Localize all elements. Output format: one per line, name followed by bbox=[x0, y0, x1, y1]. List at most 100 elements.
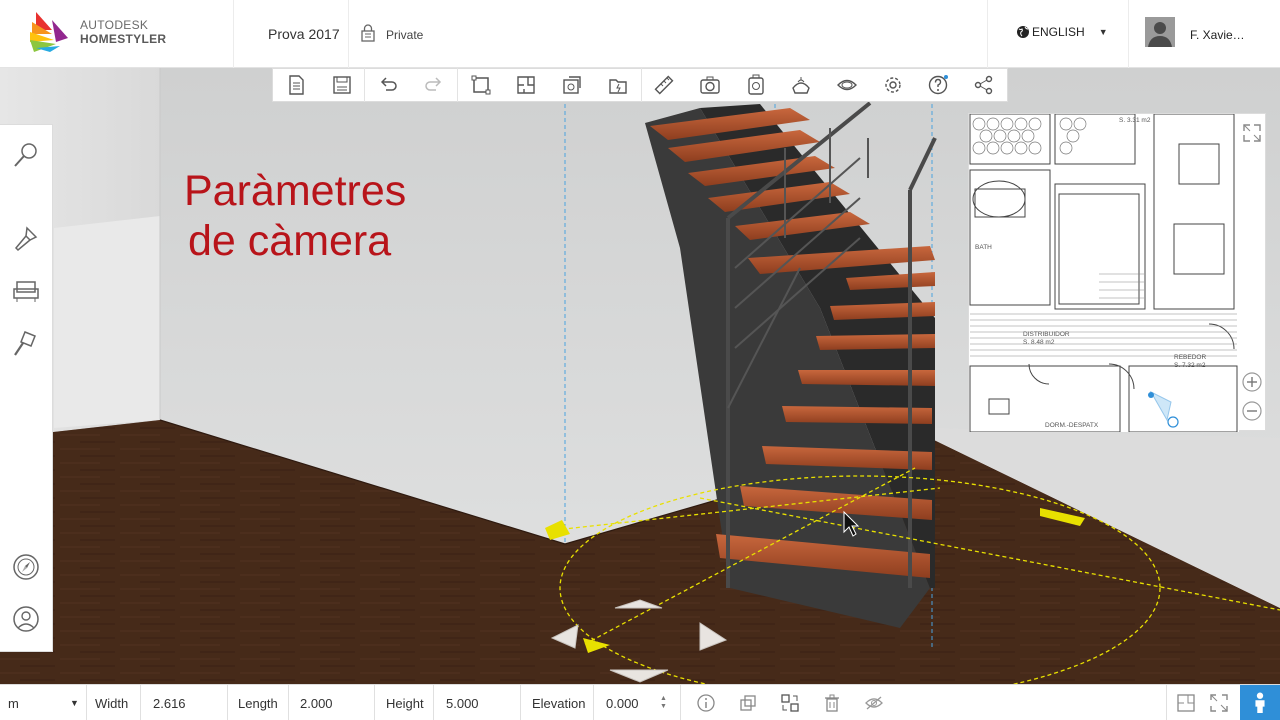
material-icon bbox=[792, 77, 811, 94]
walkthrough-view-button[interactable] bbox=[1240, 685, 1280, 720]
expand-icon bbox=[1243, 124, 1261, 142]
delete-button[interactable] bbox=[821, 692, 843, 714]
avatar[interactable] bbox=[1145, 17, 1175, 47]
stepper-down-icon[interactable]: ▼ bbox=[660, 703, 667, 711]
help-button[interactable] bbox=[916, 69, 962, 101]
camera-snapshot-button[interactable] bbox=[687, 69, 733, 101]
furniture-icon bbox=[13, 281, 39, 302]
render-icon bbox=[748, 74, 764, 95]
bar-divider bbox=[680, 685, 681, 720]
logo-text: AUTODESK HOMESTYLER bbox=[80, 18, 166, 46]
unit-value: m bbox=[8, 695, 19, 711]
draw-room-button[interactable] bbox=[458, 69, 504, 101]
floorplan-view-button[interactable] bbox=[1175, 692, 1197, 714]
support-button[interactable] bbox=[10, 603, 42, 635]
help-icon bbox=[929, 75, 949, 95]
floorplan-drawing: S. 3.31 m2 BATH DISTRIBUIDOR S. 8.48 m2 … bbox=[969, 114, 1239, 432]
length-label: Length bbox=[238, 695, 278, 711]
logo-line1: AUTODESK bbox=[80, 18, 149, 32]
settings-button[interactable] bbox=[870, 69, 916, 101]
bar-divider bbox=[374, 685, 375, 720]
material-button[interactable] bbox=[779, 69, 825, 101]
plan-label: S. 3.31 m2 bbox=[1119, 117, 1151, 124]
zoom-out-icon bbox=[1242, 401, 1262, 421]
zoom-in-button[interactable] bbox=[1241, 371, 1263, 393]
open-folder-icon bbox=[608, 79, 627, 94]
plan-label: S. 7.32 m2 bbox=[1174, 362, 1206, 369]
info-icon bbox=[697, 694, 715, 712]
header-divider bbox=[348, 0, 349, 68]
privacy-status[interactable]: Private bbox=[386, 28, 423, 42]
width-input[interactable]: 2.616 bbox=[153, 685, 223, 720]
elevation-label: Elevation bbox=[532, 695, 586, 711]
plan-label: DISTRIBUIDOR bbox=[1023, 331, 1070, 338]
bar-divider bbox=[140, 685, 141, 720]
plan-label: S. 8.48 m2 bbox=[1023, 339, 1055, 346]
build-tool-icon bbox=[14, 331, 36, 356]
furniture-button[interactable] bbox=[10, 275, 42, 307]
chevron-down-icon: ▼ bbox=[1098, 27, 1108, 37]
header-divider bbox=[1128, 0, 1129, 68]
bar-divider bbox=[288, 685, 289, 720]
expand-minimap-button[interactable] bbox=[1241, 122, 1263, 144]
plan-label: DORM.-DESPATX bbox=[1045, 422, 1099, 429]
zoom-out-button[interactable] bbox=[1241, 400, 1263, 422]
chevron-down-icon: ▼ bbox=[70, 698, 79, 708]
fullscreen-button[interactable] bbox=[1208, 692, 1230, 714]
user-name[interactable]: F. Xavie… bbox=[1190, 28, 1245, 42]
stepper-up-icon[interactable]: ▲ bbox=[660, 695, 667, 703]
save-icon bbox=[332, 76, 351, 94]
bar-divider bbox=[520, 685, 521, 720]
duplicate-icon bbox=[740, 695, 756, 711]
floorplan-minimap[interactable]: S. 3.31 m2 BATH DISTRIBUIDOR S. 8.48 m2 … bbox=[968, 113, 1266, 432]
render-button[interactable] bbox=[733, 69, 779, 101]
header-divider bbox=[987, 0, 988, 68]
info-button[interactable] bbox=[695, 692, 717, 714]
width-label: Width bbox=[95, 695, 129, 711]
measure-icon bbox=[654, 75, 674, 95]
support-icon bbox=[13, 606, 39, 632]
share-button[interactable] bbox=[961, 69, 1007, 101]
paint-button[interactable] bbox=[10, 223, 42, 255]
new-file-button[interactable] bbox=[273, 69, 319, 101]
floorplan-button[interactable] bbox=[503, 69, 549, 101]
header-divider bbox=[233, 0, 234, 68]
language-selector[interactable]: ENGLISH ▼ bbox=[1016, 25, 1108, 39]
bar-divider bbox=[433, 685, 434, 720]
view-button[interactable] bbox=[824, 69, 870, 101]
length-input[interactable]: 2.000 bbox=[300, 685, 370, 720]
import-icon bbox=[563, 76, 581, 94]
import-button[interactable] bbox=[549, 69, 595, 101]
undo-icon bbox=[381, 77, 397, 91]
globe-icon bbox=[1017, 26, 1029, 38]
floorplan-view-icon bbox=[1177, 694, 1195, 712]
properties-bar: m ▼ Width 2.616 Length 2.000 Height 5.00… bbox=[0, 684, 1280, 720]
replace-button[interactable] bbox=[779, 692, 801, 714]
height-input[interactable]: 5.000 bbox=[446, 685, 516, 720]
unit-select[interactable]: m ▼ bbox=[8, 685, 84, 720]
zoom-in-icon bbox=[1242, 372, 1262, 392]
undo-button[interactable] bbox=[365, 69, 411, 101]
duplicate-button[interactable] bbox=[737, 692, 759, 714]
bar-divider bbox=[1166, 685, 1167, 720]
hide-button[interactable] bbox=[863, 692, 885, 714]
project-name[interactable]: Prova 2017 bbox=[268, 26, 340, 42]
lock-icon[interactable] bbox=[360, 24, 376, 42]
elevation-stepper[interactable]: ▲ ▼ bbox=[660, 685, 667, 720]
compass-button[interactable] bbox=[10, 551, 42, 583]
language-label: ENGLISH bbox=[1032, 25, 1085, 39]
redo-button[interactable] bbox=[411, 69, 457, 101]
left-tool-panel bbox=[0, 124, 53, 652]
save-button[interactable] bbox=[319, 69, 365, 101]
measure-button[interactable] bbox=[642, 69, 688, 101]
share-icon bbox=[974, 75, 993, 95]
open-folder-button[interactable] bbox=[595, 69, 641, 101]
elevation-input[interactable]: 0.000 bbox=[606, 685, 656, 720]
person-icon bbox=[1255, 692, 1265, 713]
trash-icon bbox=[825, 694, 839, 712]
build-tool-button[interactable] bbox=[10, 327, 42, 359]
search-button[interactable] bbox=[10, 139, 42, 171]
bar-divider bbox=[227, 685, 228, 720]
homestyler-logo[interactable]: AUTODESK HOMESTYLER bbox=[30, 12, 180, 56]
plan-label: REBEDOR bbox=[1174, 354, 1206, 361]
